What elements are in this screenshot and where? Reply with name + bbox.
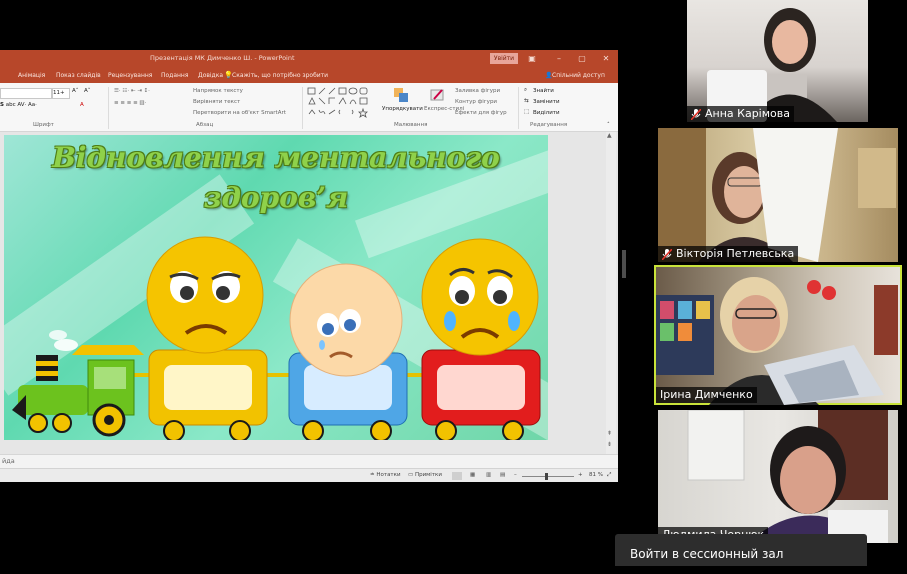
window-title: Презентація МК Димченко Ш. - PowerPoint [150,54,295,62]
paragraph-group-label: Абзац [196,122,214,128]
shrink-font-icon[interactable]: A˅ [84,88,91,94]
powerpoint-window: Презентація МК Димченко Ш. - PowerPoint … [0,50,618,482]
font-color-icon[interactable]: A [80,102,84,108]
muted-mic-icon [661,247,673,261]
zoom-level[interactable]: 81 % [589,472,603,478]
muted-mic-icon [690,107,702,121]
divider [108,87,109,129]
divider [518,87,519,129]
participant-tile-2[interactable]: Вікторія Петлевська [658,128,898,262]
slide-title-line2: здоров’я [203,181,349,214]
zoom-slider-thumb[interactable] [545,473,548,480]
slideshow-icon[interactable]: ▤ [500,472,505,478]
search-icon[interactable]: ⌕ [524,87,527,94]
join-session-room-button[interactable]: Войти в сессионный зал [615,534,867,566]
notes-text: йда [2,457,15,465]
tab-slideshow[interactable]: Показ слайдів [56,72,101,79]
collapse-ribbon-icon[interactable]: ˄ [607,122,610,128]
slide-sorter-icon[interactable]: ▦ [470,472,475,478]
sign-in-button[interactable]: Увійти [490,53,518,64]
drawing-group-label: Малювання [394,122,428,128]
wagon-red [421,238,541,440]
participant-name-bar: Ірина Димченко [656,387,757,403]
tab-view[interactable]: Подання [161,72,188,79]
shape-fill[interactable]: Заливка фігури [455,88,500,94]
train-illustration [12,236,541,440]
splitter-handle[interactable] [622,250,626,278]
participant-name: Анна Карімова [705,107,790,120]
participant-name: Вікторія Петлевська [676,247,795,260]
slide-editing-area: Відновлення ментального здоров’я [0,132,618,454]
tab-animations[interactable]: Анімація [18,72,45,79]
participant-name: Ірина Димченко [660,388,753,401]
align-icons[interactable]: ≡ ≡ ≡ ≡ ▥· [114,100,146,106]
slide-canvas[interactable]: Відновлення ментального здоров’я [4,135,548,440]
arrange-label[interactable]: Упорядкувати [382,106,423,112]
shape-effects[interactable]: Ефекти для фігур [455,110,507,116]
prev-slide-icon[interactable]: ⇞ [607,430,612,437]
notes-pane[interactable]: йда [0,454,618,469]
tell-me-search[interactable]: Скажіть, що потрібно зробити [232,72,328,79]
close-icon[interactable]: ✕ [600,53,612,64]
editing-group-label: Редагування [530,122,568,128]
ribbon: 11+ A˄ A˅ S abc AV· Aa· A Шрифт ☰· ☷· ⇤ … [0,83,618,132]
grow-font-icon[interactable]: A˄ [72,88,79,94]
ribbon-tabs: Анімація Показ слайдів Рецензування Пода… [0,68,618,83]
reading-view-icon[interactable]: ▥ [486,472,491,478]
minimize-icon[interactable]: – [553,53,565,64]
font-group-label: Шрифт [33,122,54,128]
maximize-icon[interactable]: ▢ [576,53,588,64]
shapes-gallery[interactable] [307,87,377,121]
participant-tile-3[interactable]: Ірина Димченко [654,265,902,405]
quick-styles-icon[interactable] [430,87,446,103]
share-button[interactable]: Спільний доступ [552,72,605,79]
scroll-up-icon[interactable]: ▲ [607,132,612,139]
select-icon[interactable]: ⬚ [524,109,529,115]
convert-smartart[interactable]: Перетворити на об'єкт SmartArt [193,110,286,116]
font-name-box[interactable] [0,88,52,99]
locomotive [12,330,144,437]
participant-tile-4[interactable]: Людмила Чорнюк [658,410,898,543]
font-size-box[interactable]: 11+ [52,88,70,99]
tab-help[interactable]: Довідка [198,72,223,79]
participant-video [687,410,888,543]
wagon-yellow [146,236,268,440]
replace-icon[interactable]: ⇆ [524,98,529,104]
participant-video [707,8,837,122]
participant-video [656,277,898,405]
text-direction[interactable]: Напрямок тексту [193,88,243,94]
fit-slide-icon[interactable]: ⤢ [607,472,611,479]
wagon-blue [288,263,408,440]
align-text[interactable]: Вирівняти текст [193,99,240,105]
zoom-in-icon[interactable]: + [578,472,583,478]
tab-review[interactable]: Рецензування [108,72,152,79]
select-button[interactable]: Виділити [533,110,560,116]
find-button[interactable]: Знайти [533,88,554,94]
divider [302,87,303,129]
normal-view-icon[interactable] [452,472,462,480]
participant-name-bar: Вікторія Петлевська [658,246,799,262]
participant-video [658,128,896,262]
next-slide-icon[interactable]: ⇟ [607,441,612,448]
comments-button[interactable]: ▭ Примітки [408,472,442,478]
comments-label: Примітки [414,472,442,478]
arrange-icon[interactable] [393,87,409,103]
participant-name-bar: Анна Карімова [687,106,794,122]
font-format-icons[interactable]: S abc AV· Aa· [0,102,37,108]
slide-title-line1: Відновлення ментального [52,141,500,174]
list-icons[interactable]: ☰· ☷· ⇤ ⇥ ↕· [114,88,150,94]
notes-button[interactable]: ≐ Нотатки [370,472,401,478]
vertical-scrollbar[interactable]: ▲ ⇞ ⇟ [606,132,616,454]
shape-outline[interactable]: Контур фігури [455,99,497,105]
title-bar: Презентація МК Димченко Ш. - PowerPoint … [0,50,618,68]
zoom-slider[interactable] [522,476,574,477]
notes-label: Нотатки [376,472,401,478]
replace-button[interactable]: Замінити [533,99,560,105]
participant-tile-1[interactable]: Анна Карімова [687,0,868,122]
zoom-out-icon[interactable]: – [514,472,517,478]
status-bar: ≐ Нотатки ▭ Примітки ▦ ▥ ▤ – + 81 % ⤢ [0,468,618,482]
ribbon-display-icon[interactable]: ▣ [526,53,538,64]
